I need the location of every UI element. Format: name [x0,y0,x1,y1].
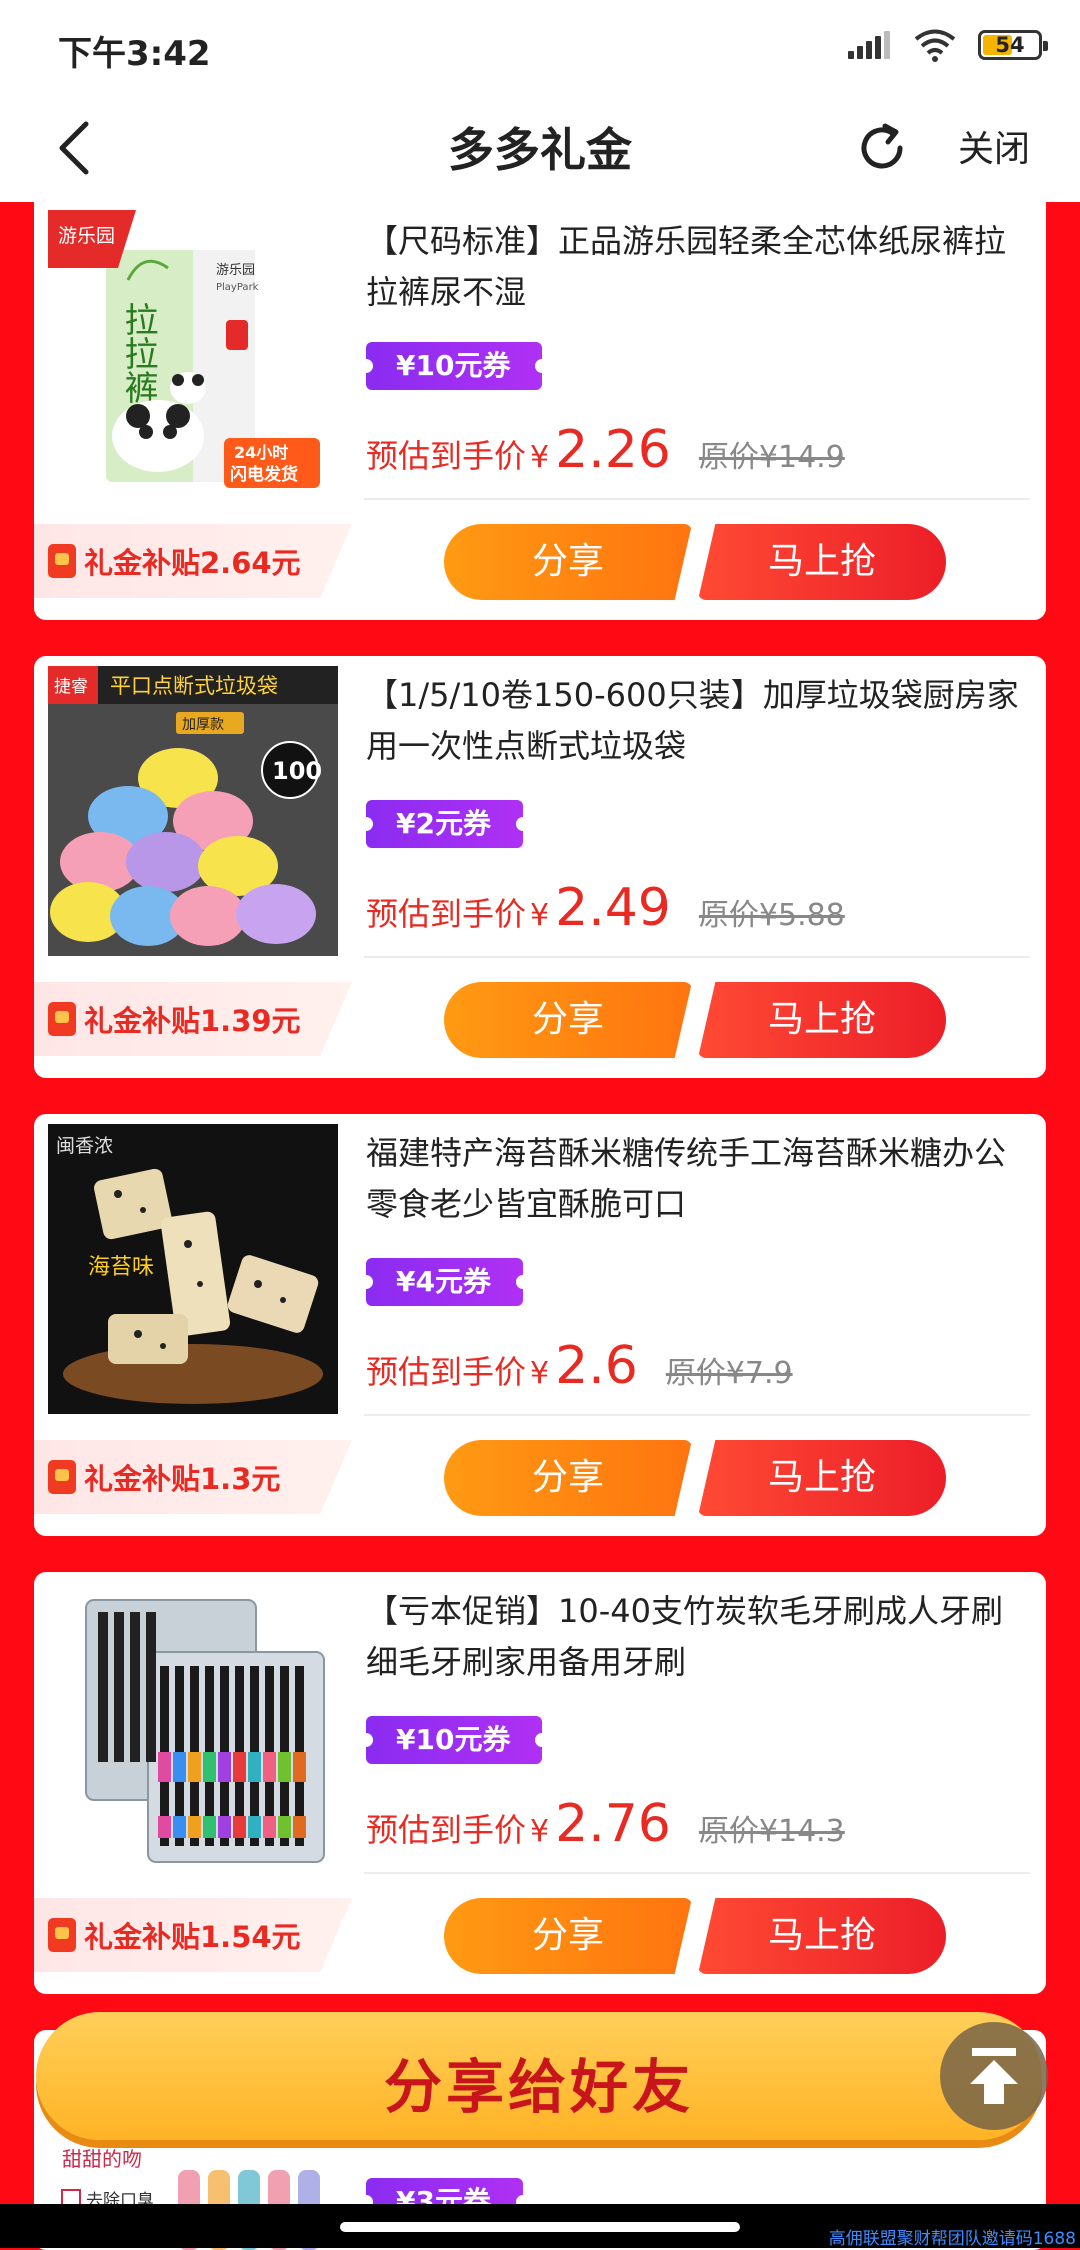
svg-text:24小时: 24小时 [234,443,288,462]
wifi-icon [914,29,956,62]
page-title: 多多礼金 [448,123,632,177]
divider [364,956,1030,958]
estimated-price: 2.6 [555,1336,638,1396]
svg-text:拉拉裤: 拉拉裤 [118,302,158,404]
product-title[interactable]: 【1/5/10卷150-600只装】加厚垃圾袋厨房家用一次性点断式垃圾袋 [366,670,1026,772]
original-price: 原价¥7.9 [665,1356,793,1391]
product-card[interactable]: 闽香浓 海苔味 福建特产海苔酥米糖传统手工海苔酥米糖办公零食老少皆宜酥脆可口 ¥… [34,1114,1046,1536]
signal-icon [848,31,892,59]
red-envelope-icon [48,1002,76,1036]
back-arrow-icon[interactable] [46,116,110,180]
estimated-price: 2.76 [555,1794,671,1854]
coupon-badge: ¥4元券 [359,1258,530,1306]
share-button[interactable]: 分享 [444,1898,692,1974]
divider [364,1872,1030,1874]
subsidy-text: 礼金补贴2.64元 [84,546,301,580]
product-card[interactable]: 【亏本促销】10-40支竹炭软毛牙刷成人牙刷细毛牙刷家用备用牙刷 ¥10元券 预… [34,1572,1046,1994]
svg-text:捷睿: 捷睿 [54,677,88,697]
coupon-badge: ¥2元券 [359,800,530,848]
battery-level: 54 [995,33,1025,57]
share-button[interactable]: 分享 [444,1440,692,1516]
status-bar: 下午3:42 54 [0,0,1080,96]
product-title[interactable]: 【亏本促销】10-40支竹炭软毛牙刷成人牙刷细毛牙刷家用备用牙刷 [366,1586,1026,1688]
svg-text:闪电发货: 闪电发货 [230,464,298,485]
currency-symbol: ¥ [530,1814,550,1849]
coupon-badge: ¥10元券 [358,342,550,390]
price-row: 预估到手价 ¥ 2.49 原价¥5.88 [366,878,845,938]
battery-icon: 54 [978,30,1048,60]
original-price: 原价¥14.3 [698,1814,845,1849]
product-title[interactable]: 福建特产海苔酥米糖传统手工海苔酥米糖办公零食老少皆宜酥脆可口 [366,1128,1026,1230]
price-row: 预估到手价 ¥ 2.76 原价¥14.3 [366,1794,845,1854]
arrow-up-icon [970,2048,1018,2104]
watermark-text: 高佣联盟聚财帮团队邀请码1688 [828,2229,1076,2249]
currency-symbol: ¥ [530,898,550,933]
price-label: 预估到手价 [366,1353,527,1391]
price-label: 预估到手价 [366,895,527,933]
svg-text:100: 100 [272,757,322,785]
svg-text:加厚款: 加厚款 [182,717,224,733]
red-envelope-icon [48,1460,76,1494]
refresh-icon[interactable] [852,118,912,178]
price-label: 预估到手价 [366,1811,527,1849]
grab-button[interactable]: 马上抢 [698,1440,946,1516]
product-image[interactable]: 捷睿 平口点断式垃圾袋 加厚款 100 [48,666,338,956]
status-icons: 54 [848,28,1048,62]
subsidy-badge: 礼金补贴1.54元 [34,1898,352,1972]
subsidy-text: 礼金补贴1.54元 [84,1920,301,1954]
svg-text:平口点断式垃圾袋: 平口点断式垃圾袋 [110,674,278,698]
currency-symbol: ¥ [530,1356,550,1391]
nav-bar: 多多礼金 关闭 [0,96,1080,202]
svg-text:海苔味: 海苔味 [88,1255,154,1280]
product-card[interactable]: 游乐园 游乐园 PlayPark 拉拉裤 24小时 闪电发货 【尺码标准】正品游… [34,202,1046,620]
red-envelope-icon [48,544,76,578]
product-card[interactable]: 捷睿 平口点断式垃圾袋 加厚款 100 【1/5/10卷150-600只装】加厚… [34,656,1046,1078]
share-button[interactable]: 分享 [444,524,692,600]
scroll-to-top-button[interactable] [940,2022,1048,2130]
estimated-price: 2.49 [555,878,671,938]
original-price: 原价¥14.9 [698,440,845,475]
divider [364,1414,1030,1416]
estimated-price: 2.26 [555,420,671,480]
coupon-badge: ¥10元券 [358,1716,550,1764]
home-indicator[interactable] [340,2222,740,2232]
status-time: 下午3:42 [58,34,211,74]
subsidy-badge: 礼金补贴1.3元 [34,1440,352,1514]
grab-button[interactable]: 马上抢 [698,982,946,1058]
share-banner-label: 分享给好友 [383,2053,694,2121]
thumb-brand-text: 游乐园 [58,225,115,247]
divider [364,498,1030,500]
product-image[interactable]: 闽香浓 海苔味 [48,1124,338,1414]
svg-text:闽香浓: 闽香浓 [56,1135,113,1157]
product-title[interactable]: 【尺码标准】正品游乐园轻柔全芯体纸尿裤拉拉裤尿不湿 [366,216,1026,318]
original-price: 原价¥5.88 [698,898,845,933]
price-row: 预估到手价 ¥ 2.26 原价¥14.9 [366,420,845,480]
subsidy-badge: 礼金补贴2.64元 [34,524,352,598]
share-button[interactable]: 分享 [444,982,692,1058]
price-row: 预估到手价 ¥ 2.6 原价¥7.9 [366,1336,793,1396]
svg-text:PlayPark: PlayPark [216,282,259,293]
close-button[interactable]: 关闭 [958,120,1030,172]
share-to-friends-button[interactable]: 分享给好友 [36,2012,1042,2140]
product-image[interactable] [48,1582,338,1872]
grab-button[interactable]: 马上抢 [698,1898,946,1974]
price-label: 预估到手价 [366,437,527,475]
svg-text:游乐园: 游乐园 [216,263,255,278]
grab-button[interactable]: 马上抢 [698,524,946,600]
currency-symbol: ¥ [530,440,550,475]
subsidy-text: 礼金补贴1.39元 [84,1004,301,1038]
red-envelope-icon [48,1918,76,1952]
product-image[interactable]: 游乐园 游乐园 PlayPark 拉拉裤 24小时 闪电发货 [48,210,338,500]
subsidy-text: 礼金补贴1.3元 [84,1462,281,1496]
svg-text:甜甜的吻: 甜甜的吻 [62,2147,142,2171]
subsidy-badge: 礼金补贴1.39元 [34,982,352,1056]
